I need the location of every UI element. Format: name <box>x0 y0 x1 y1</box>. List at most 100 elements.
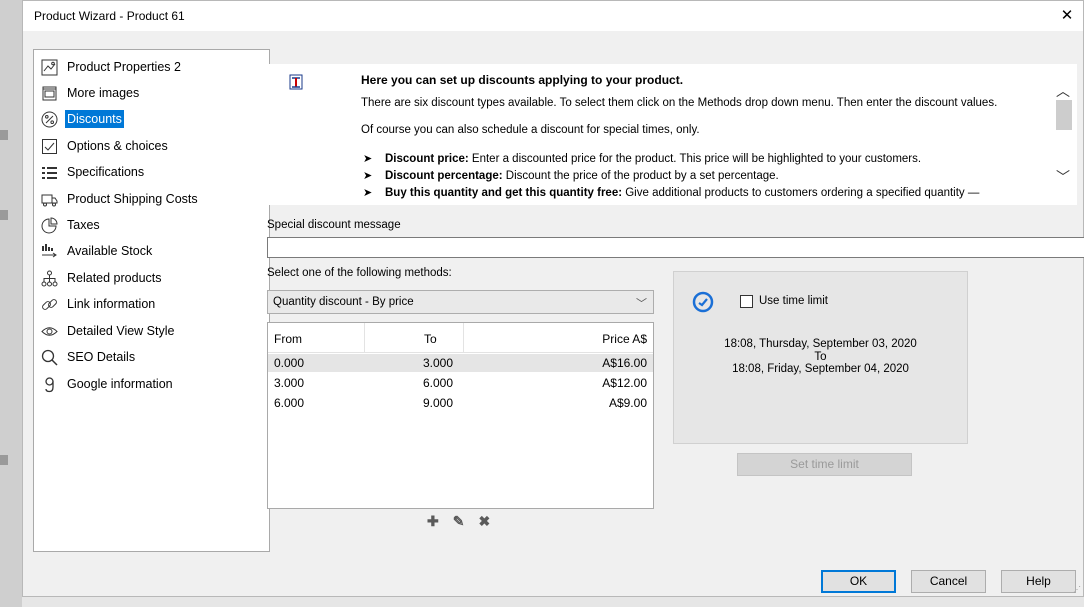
sidebar-item-label: Google information <box>67 377 173 391</box>
truck-icon <box>41 191 58 208</box>
cell-to: 3.000 <box>423 356 454 370</box>
column-divider <box>364 323 365 353</box>
sidebar-item-link-information[interactable]: Link information <box>41 293 157 315</box>
sidebar-item-related-products[interactable]: Related products <box>41 267 164 289</box>
cell-price: A$9.00 <box>608 396 647 410</box>
column-header-to[interactable]: To <box>424 332 437 346</box>
sidebar-item-label: Product Shipping Costs <box>67 192 198 206</box>
cell-price: A$16.00 <box>602 356 647 370</box>
list-icon <box>41 164 58 181</box>
help-bullet: ➤ Discount price: Enter a discounted pric… <box>363 153 922 165</box>
product-wizard-dialog: Product Wizard - Product 61 ✕ Product Pr… <box>22 0 1084 597</box>
table-row[interactable]: 6.000 9.000 A$9.00 <box>268 394 653 412</box>
sidebar-item-discounts[interactable]: Discounts <box>41 108 124 130</box>
checkbox-icon <box>41 138 58 155</box>
sidebar-item-label: Related products <box>67 271 162 285</box>
help-button[interactable]: Help <box>1001 570 1076 593</box>
resize-grip-icon[interactable]: ⋰ <box>1073 585 1081 594</box>
discount-message-label: Special discount message <box>267 219 401 231</box>
sidebar-item-label: Detailed View Style <box>67 324 175 338</box>
use-time-limit-label[interactable]: Use time limit <box>759 295 828 307</box>
table-toolbar: ✚ ✎ ✖ <box>427 513 490 530</box>
sidebar-item-label: Discounts <box>65 110 124 128</box>
background-marker <box>0 455 8 465</box>
ok-button[interactable]: OK <box>821 570 896 593</box>
cell-from: 3.000 <box>274 376 305 390</box>
sidebar-item-options-choices[interactable]: Options & choices <box>41 135 170 157</box>
discount-method-select[interactable]: Quantity discount - By price ﹀ <box>267 290 654 314</box>
time-to-label: To <box>814 351 827 363</box>
wizard-nav-sidebar: Product Properties 2 More images Discoun… <box>33 49 270 552</box>
select-value: Quantity discount - By price <box>273 296 414 308</box>
sidebar-item-more-images[interactable]: More images <box>41 82 141 104</box>
sidebar-item-seo-details[interactable]: SEO Details <box>41 346 137 368</box>
info-book-icon <box>289 74 303 93</box>
sidebar-item-specifications[interactable]: Specifications <box>41 161 146 183</box>
delete-row-icon[interactable]: ✖ <box>478 513 490 530</box>
sidebar-item-product-properties[interactable]: Product Properties 2 <box>41 56 183 78</box>
cell-to: 6.000 <box>423 376 454 390</box>
link-icon <box>41 296 58 313</box>
time-end: 18:08, Friday, September 04, 2020 <box>732 363 909 375</box>
images-icon <box>41 85 58 102</box>
column-header-price[interactable]: Price A$ <box>602 332 647 346</box>
add-row-icon[interactable]: ✚ <box>427 513 439 530</box>
sidebar-item-label: More images <box>67 86 140 100</box>
help-heading: Here you can set up discounts applying t… <box>361 73 684 87</box>
sidebar-item-label: Available Stock <box>67 244 153 258</box>
table-row[interactable]: 0.000 3.000 A$16.00 <box>268 354 653 372</box>
help-text: There are six discount types available. … <box>361 97 998 109</box>
cancel-button[interactable]: Cancel <box>911 570 986 593</box>
sidebar-item-shipping-costs[interactable]: Product Shipping Costs <box>41 188 200 210</box>
column-divider <box>463 323 464 353</box>
discount-message-input[interactable] <box>267 237 1084 258</box>
time-limit-panel: Use time limit 18:08, Thursday, Septembe… <box>673 271 968 444</box>
column-header-from[interactable]: From <box>274 332 302 346</box>
sidebar-item-detailed-view-style[interactable]: Detailed View Style <box>41 320 176 342</box>
sidebar-item-taxes[interactable]: Taxes <box>41 214 102 236</box>
background-window-edge <box>0 0 22 607</box>
cell-from: 6.000 <box>274 396 305 410</box>
table-header: From To Price A$ <box>268 323 653 353</box>
time-start: 18:08, Thursday, September 03, 2020 <box>724 338 917 350</box>
sidebar-item-label: Taxes <box>67 218 100 232</box>
title-bar: Product Wizard - Product 61 ✕ <box>23 1 1083 31</box>
window-title: Product Wizard - Product 61 <box>34 9 185 23</box>
background-window-bottom <box>22 596 1084 607</box>
pie-chart-icon <box>41 216 58 234</box>
method-label: Select one of the following methods: <box>267 267 452 279</box>
sidebar-item-available-stock[interactable]: Available Stock <box>41 240 154 262</box>
cell-to: 9.000 <box>423 396 454 410</box>
sidebar-item-label: SEO Details <box>67 350 136 364</box>
help-info-panel: Here you can set up discounts applying t… <box>267 64 1077 205</box>
search-icon <box>41 349 58 366</box>
set-time-limit-button[interactable]: Set time limit <box>737 453 912 476</box>
google-g-icon <box>41 376 58 393</box>
scroll-down-icon[interactable]: ﹀ <box>1056 167 1070 187</box>
sidebar-item-google-information[interactable]: Google information <box>41 373 175 395</box>
background-marker <box>0 130 8 140</box>
bullet-arrow-icon: ➤ <box>363 170 373 182</box>
close-button[interactable]: ✕ <box>1053 5 1081 27</box>
eye-icon <box>41 323 58 340</box>
sidebar-item-label: Product Properties 2 <box>67 60 181 74</box>
table-row[interactable]: 3.000 6.000 A$12.00 <box>268 374 653 392</box>
scroll-up-icon[interactable]: ︿ <box>1056 81 1070 101</box>
scrollbar-thumb[interactable] <box>1056 100 1072 130</box>
use-time-limit-checkbox[interactable] <box>740 295 753 308</box>
bullet-arrow-icon: ➤ <box>363 153 373 165</box>
sidebar-item-label: Link information <box>67 297 156 311</box>
bullet-arrow-icon: ➤ <box>363 187 373 199</box>
help-bullet: ➤ Discount percentage: Discount the price… <box>363 170 779 182</box>
discount-table: From To Price A$ 0.000 3.000 A$16.00 3.0… <box>267 322 654 509</box>
image-icon <box>41 59 58 76</box>
edit-row-icon[interactable]: ✎ <box>453 513 465 530</box>
background-marker <box>0 210 8 220</box>
sidebar-item-label: Options & choices <box>67 139 168 153</box>
clock-icon <box>692 291 714 316</box>
cell-price: A$12.00 <box>602 376 647 390</box>
chevron-down-icon: ﹀ <box>636 298 647 310</box>
stock-icon <box>41 243 58 260</box>
help-bullet: ➤ Buy this quantity and get this quantity… <box>363 187 980 199</box>
percent-icon <box>41 111 58 128</box>
